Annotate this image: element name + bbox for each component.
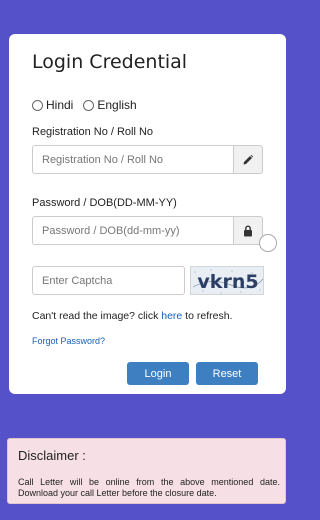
captcha-input[interactable] (32, 266, 185, 295)
radio-hindi[interactable] (32, 99, 43, 111)
password-input[interactable] (32, 216, 233, 245)
captcha-image: vkrn5 (190, 266, 264, 295)
disclaimer-text: Call Letter will be online from the abov… (18, 477, 280, 498)
refresh-text: Can't read the image? click here to refr… (32, 310, 232, 322)
registration-input[interactable] (32, 145, 233, 174)
login-button[interactable]: Login (127, 362, 189, 385)
radio-english[interactable] (83, 99, 95, 111)
pencil-icon (243, 154, 254, 164)
captcha-text: vkrn5 (197, 271, 258, 293)
registration-addon (233, 145, 263, 174)
radio-english-label: English (97, 98, 137, 112)
password-group (32, 216, 263, 245)
refresh-prefix: Can't read the image? click (32, 310, 162, 322)
registration-label: Registration No / Roll No (32, 126, 154, 138)
captcha-graphic: vkrn5 (192, 269, 263, 294)
password-visibility-toggle[interactable] (259, 234, 277, 252)
forgot-password-link[interactable]: Forgot Password? (32, 336, 105, 346)
password-label: Password / DOB(DD-MM-YY) (32, 197, 177, 209)
refresh-link[interactable]: here (161, 310, 182, 322)
language-selector: Hindi English (32, 98, 147, 112)
disclaimer-box: Disclaimer : Call Letter will be online … (7, 438, 286, 504)
login-card: Login Credential Hindi English Registrat… (9, 34, 286, 394)
page-title: Login Credential (32, 51, 188, 73)
reset-button[interactable]: Reset (196, 362, 258, 385)
disclaimer-title: Disclaimer : (18, 448, 86, 463)
radio-hindi-label: Hindi (46, 98, 74, 112)
lock-icon (244, 225, 252, 236)
refresh-suffix: to refresh. (182, 310, 233, 322)
registration-group (32, 145, 263, 174)
